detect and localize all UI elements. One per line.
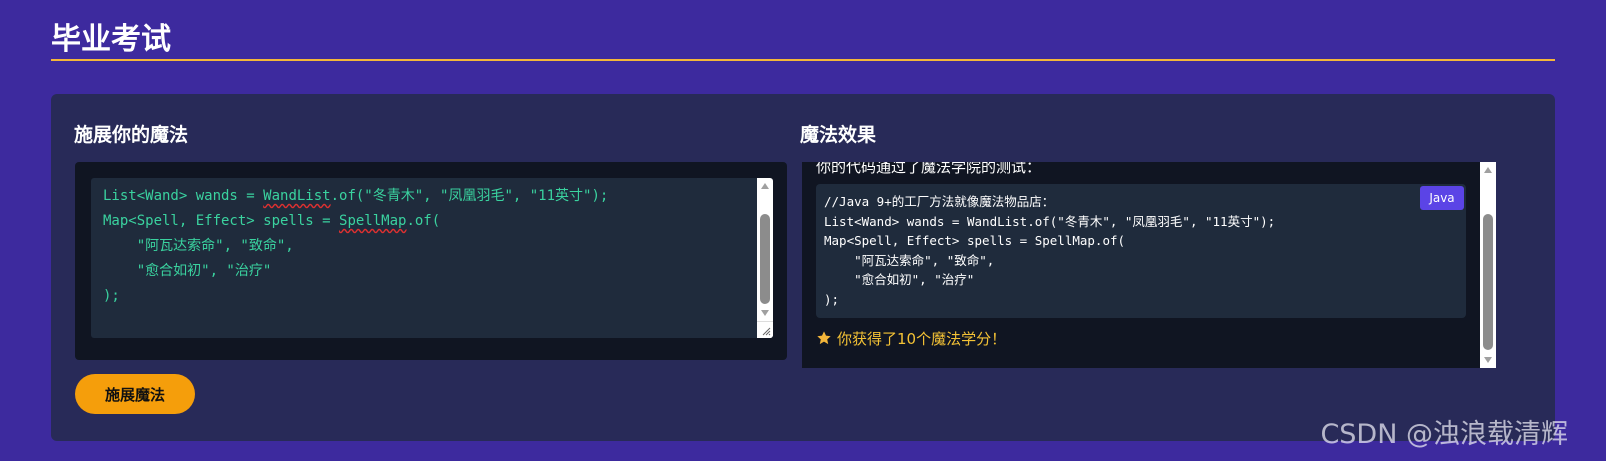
- resize-handle-icon[interactable]: [757, 321, 773, 338]
- reward-text: 你获得了10个魔法学分！: [837, 330, 1007, 348]
- title-divider: [51, 59, 1555, 61]
- result-code-block: //Java 9+的工厂方法就像魔法物品店： List<Wand> wands …: [816, 184, 1466, 318]
- result-container: 你的代码通过了魔法学院的测试： //Java 9+的工厂方法就像魔法物品店： L…: [802, 162, 1496, 368]
- editor-heading: 施展你的魔法: [74, 124, 189, 146]
- scroll-up-icon[interactable]: [761, 183, 769, 189]
- result-intro: 你的代码通过了魔法学院的测试：: [816, 162, 1042, 176]
- code-line: "阿瓦达索命", "致命",: [103, 238, 294, 254]
- result-heading: 魔法效果: [800, 124, 877, 146]
- code-editor[interactable]: List<Wand> wands = WandList.of("冬青木", "凤…: [91, 178, 773, 338]
- code-input[interactable]: List<Wand> wands = WandList.of("冬青木", "凤…: [91, 178, 773, 315]
- reward-message: 你获得了10个魔法学分！: [816, 328, 1006, 350]
- code-line: List<Wand> wands = WandList.of("冬青木", "凤…: [103, 188, 609, 204]
- scroll-thumb[interactable]: [1483, 214, 1493, 350]
- code-line: );: [103, 288, 120, 304]
- scroll-up-icon[interactable]: [1484, 167, 1492, 173]
- cast-spell-button[interactable]: 施展魔法: [75, 374, 195, 414]
- exam-panel: 施展你的魔法 List<Wand> wands = WandList.of("冬…: [51, 94, 1555, 441]
- editor-container: List<Wand> wands = WandList.of("冬青木", "凤…: [75, 162, 787, 360]
- star-icon: [816, 330, 832, 350]
- editor-scrollbar[interactable]: [757, 178, 773, 338]
- result-scrollbar[interactable]: [1480, 162, 1496, 368]
- scroll-down-icon[interactable]: [1484, 357, 1492, 363]
- result-code-text: //Java 9+的工厂方法就像魔法物品店： List<Wand> wands …: [824, 194, 1276, 307]
- scroll-thumb[interactable]: [760, 214, 770, 304]
- watermark: CSDN @浊浪载清辉: [1320, 419, 1568, 450]
- scroll-down-icon[interactable]: [761, 310, 769, 316]
- spellcheck-word: WandList: [263, 188, 331, 204]
- page-title: 毕业考试: [51, 22, 171, 57]
- language-badge: Java: [1420, 186, 1464, 210]
- spellcheck-word: SpellMap: [339, 213, 407, 229]
- code-line: "愈合如初", "治疗": [103, 263, 272, 279]
- code-line: Map<Spell, Effect> spells = SpellMap.of(: [103, 213, 441, 229]
